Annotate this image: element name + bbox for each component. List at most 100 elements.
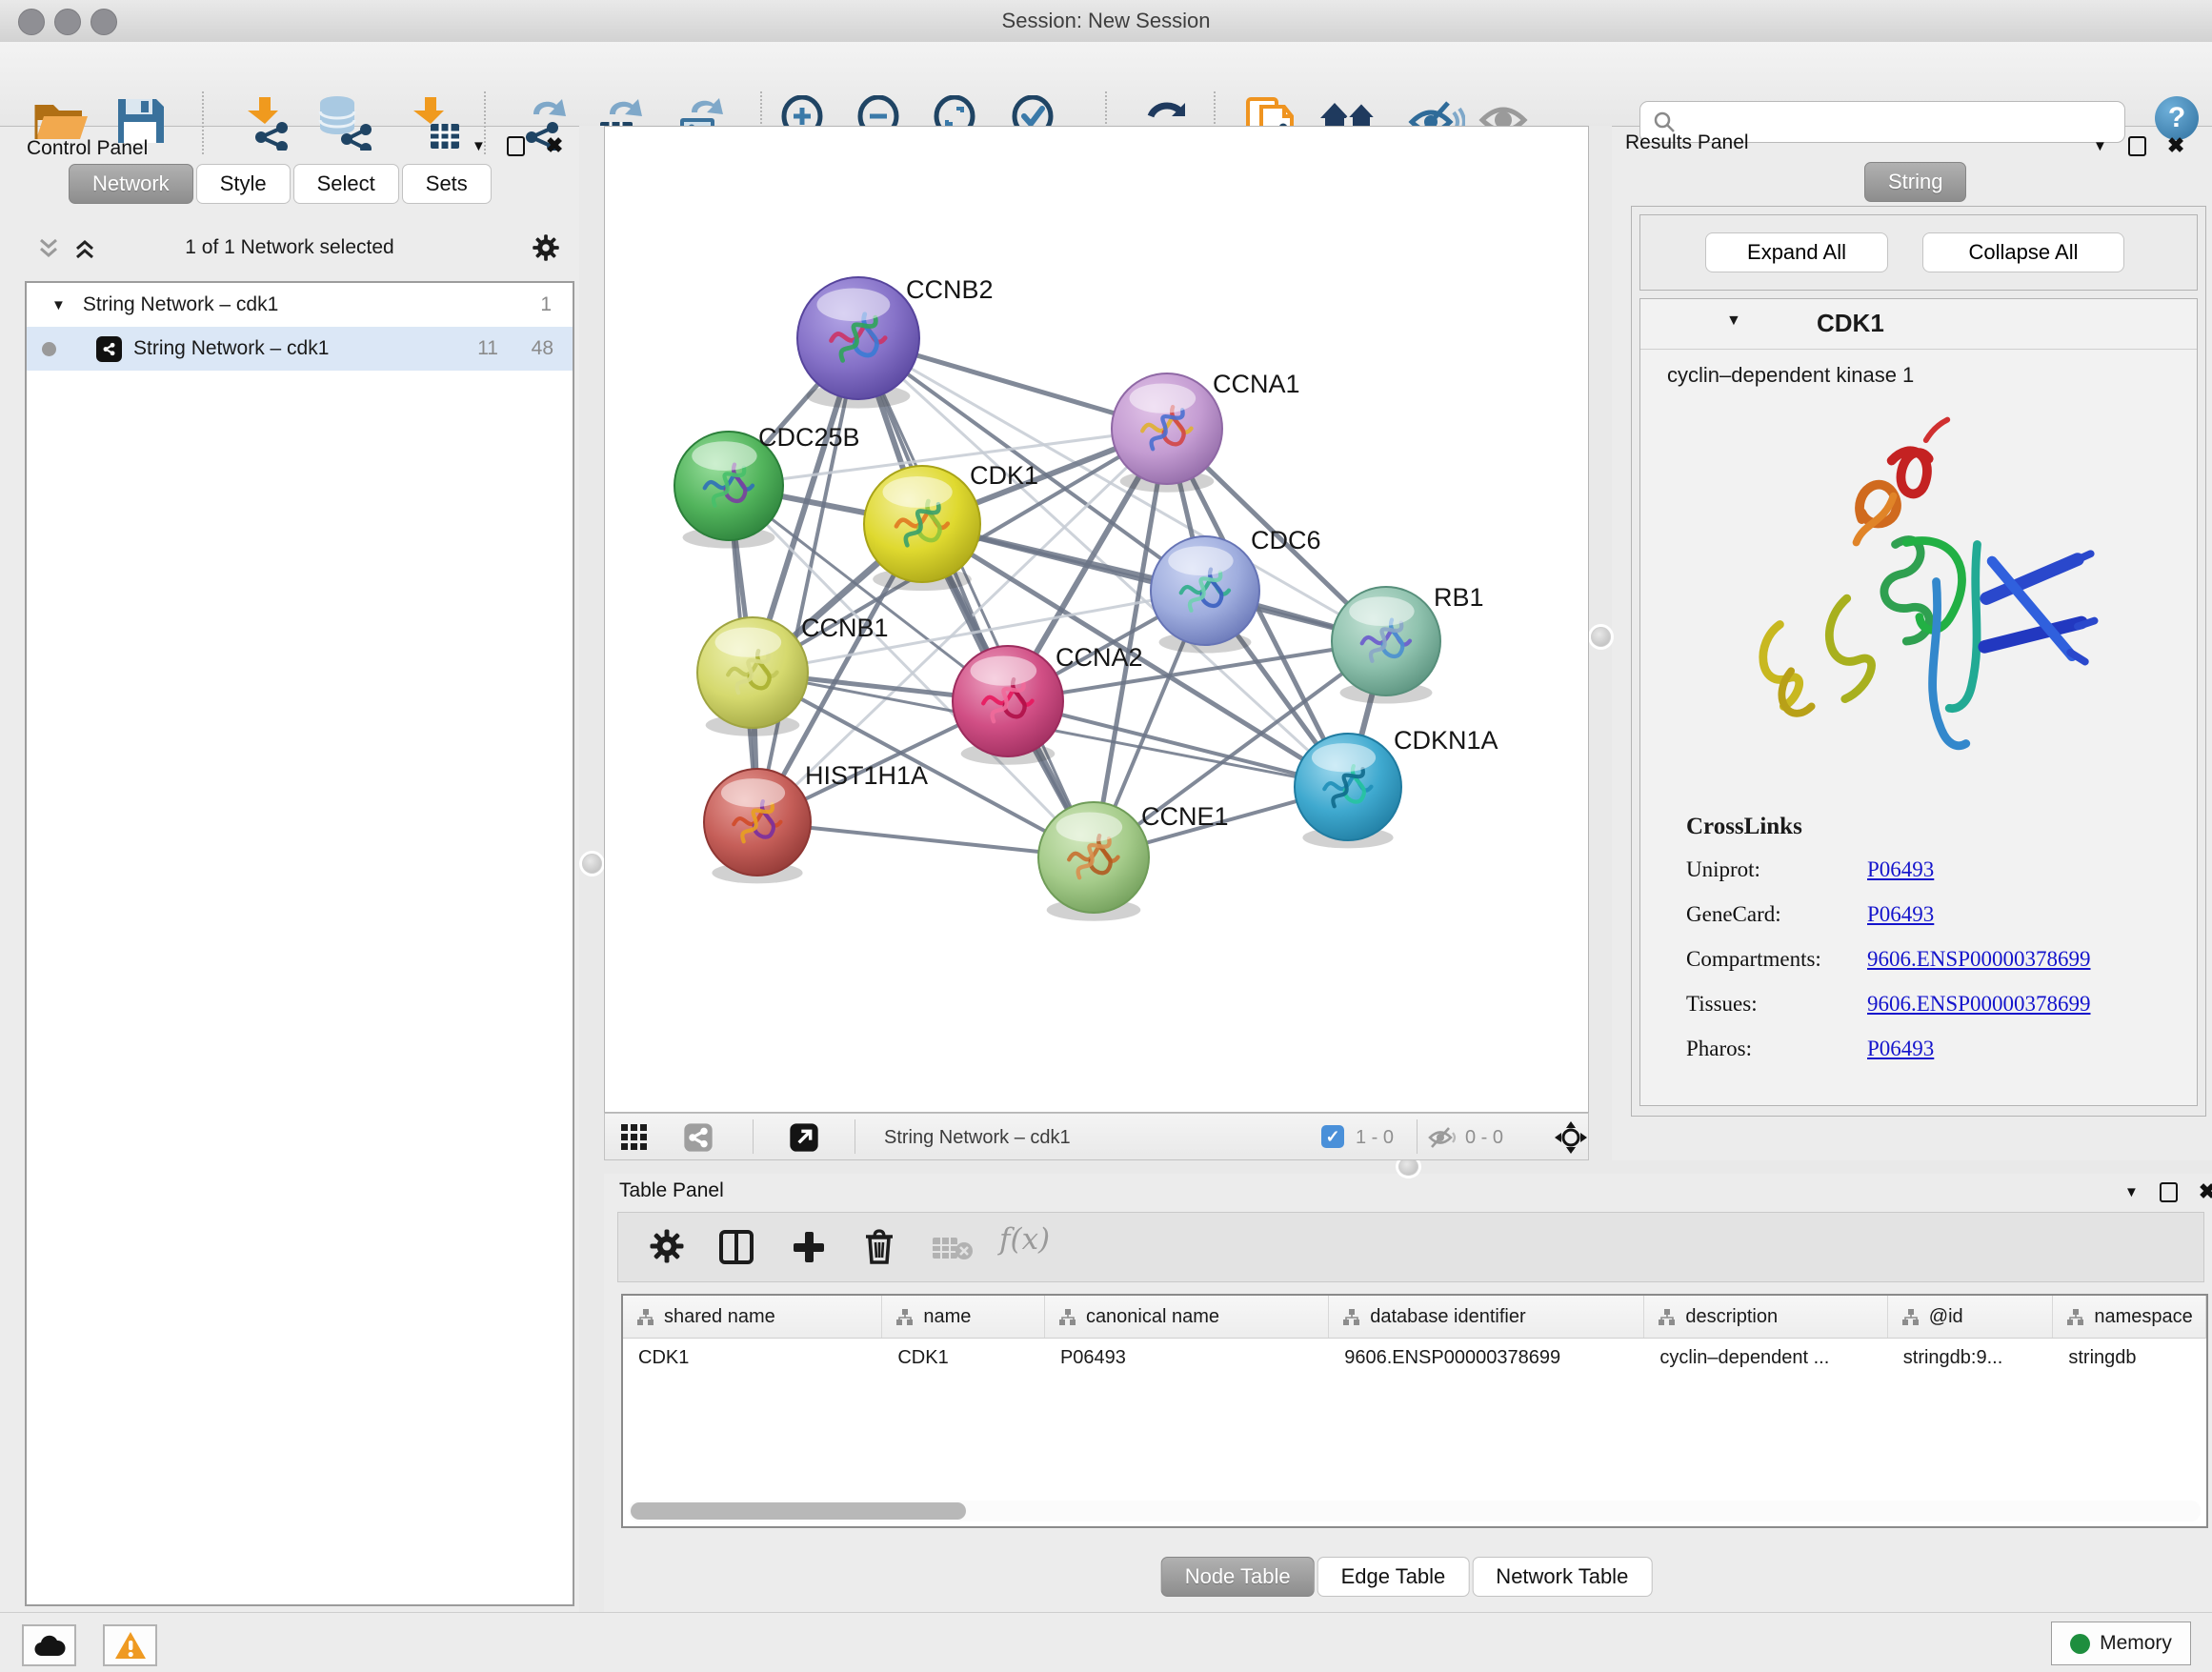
close-panel-icon[interactable]: ✖ xyxy=(2199,1179,2212,1204)
function-builder-icon: f(x) xyxy=(999,1222,1050,1257)
column-header-namespace[interactable]: namespace xyxy=(2053,1296,2206,1338)
network-view-mode-icon[interactable] xyxy=(683,1122,714,1158)
node-CCNE1[interactable] xyxy=(1038,802,1149,921)
crosslink-row: Pharos: P06493 xyxy=(1686,1037,2197,1061)
add-column-icon[interactable] xyxy=(788,1226,830,1273)
node-CCNA1[interactable] xyxy=(1112,373,1222,493)
right-splitter-handle[interactable] xyxy=(1591,627,1611,647)
warning-icon xyxy=(114,1631,147,1660)
open-in-new-window-icon[interactable] xyxy=(789,1122,819,1158)
show-columns-icon[interactable] xyxy=(715,1226,757,1273)
maximize-window-icon[interactable] xyxy=(90,9,117,35)
table-settings-gear-icon[interactable] xyxy=(647,1226,687,1271)
edge-CCNB2-HIST1H1A[interactable] xyxy=(757,338,858,822)
table-cell[interactable]: CDK1 xyxy=(882,1339,1045,1380)
window-title: Session: New Session xyxy=(0,0,2212,42)
control-panel-window-icons: ▼ ✖ xyxy=(472,133,563,158)
network-status-dot-icon xyxy=(42,342,56,356)
tree-expander-icon[interactable]: ▼ xyxy=(51,297,66,313)
node-HIST1H1A[interactable] xyxy=(704,769,811,883)
tab-sets[interactable]: Sets xyxy=(402,164,492,204)
table-cell[interactable]: stringdb xyxy=(2053,1339,2206,1380)
network-row-selected[interactable]: String Network – cdk1 11 48 xyxy=(27,327,573,371)
float-panel-icon[interactable] xyxy=(507,136,525,156)
table-panel: Table Panel ▼ ✖ f(x) shared namenamecano… xyxy=(604,1174,2212,1612)
tab-network[interactable]: Network xyxy=(69,164,193,204)
float-panel-icon[interactable] xyxy=(2160,1182,2178,1202)
close-panel-icon[interactable]: ✖ xyxy=(546,133,563,158)
column-header-id[interactable]: @id xyxy=(1888,1296,2054,1338)
node-CDC6[interactable] xyxy=(1151,536,1259,654)
close-panel-icon[interactable]: ✖ xyxy=(2167,133,2184,158)
tab-select[interactable]: Select xyxy=(293,164,399,204)
column-type-icon xyxy=(636,1308,654,1326)
warning-button[interactable] xyxy=(103,1624,157,1666)
left-splitter-handle[interactable] xyxy=(582,854,602,874)
crosslink-link[interactable]: P06493 xyxy=(1867,902,1934,927)
tab-string[interactable]: String xyxy=(1864,162,1969,202)
tab-style[interactable]: Style xyxy=(196,164,291,204)
crosslink-link[interactable]: 9606.ENSP00000378699 xyxy=(1867,992,2091,1017)
table-cell[interactable]: P06493 xyxy=(1045,1339,1329,1380)
crosslink-label: GeneCard: xyxy=(1686,902,1867,927)
node-CCNB1[interactable] xyxy=(697,617,808,736)
results-panel-title: Results Panel xyxy=(1625,131,1749,154)
table-cell[interactable]: cyclin–dependent ... xyxy=(1644,1339,1887,1380)
table-cell[interactable]: stringdb:9... xyxy=(1888,1339,2054,1380)
close-window-icon[interactable] xyxy=(18,9,45,35)
crosslink-link[interactable]: P06493 xyxy=(1867,857,1934,882)
crosslink-label: Compartments: xyxy=(1686,947,1867,972)
network-view[interactable]: CCNB2CCNA1CDC25BCDK1CDC6RB1CCNB1CCNA2CDK… xyxy=(604,126,1589,1113)
float-panel-icon[interactable] xyxy=(2128,136,2146,156)
column-header-canonicalname[interactable]: canonical name xyxy=(1045,1296,1329,1338)
network-canvas[interactable]: CCNB2CCNA1CDC25BCDK1CDC6RB1CCNB1CCNA2CDK… xyxy=(605,127,1588,1112)
control-panel-tabs: NetworkStyleSelectSets xyxy=(69,164,494,204)
crosslink-link[interactable]: 9606.ENSP00000378699 xyxy=(1867,947,2091,972)
node-CCNA2[interactable] xyxy=(953,646,1063,765)
tab-edge-table[interactable]: Edge Table xyxy=(1317,1557,1470,1597)
gene-section: ▼ CDK1 cyclin–dependent kinase 1 xyxy=(1639,298,2198,1106)
table-hscrollbar-thumb[interactable] xyxy=(631,1502,966,1520)
panel-menu-icon[interactable]: ▼ xyxy=(2124,1184,2139,1200)
crosslinks-title: CrossLinks xyxy=(1686,814,2197,840)
table-cell[interactable]: CDK1 xyxy=(623,1339,882,1380)
grid-view-icon[interactable] xyxy=(619,1122,650,1158)
birds-eye-view-icon[interactable] xyxy=(1554,1120,1588,1159)
network-collection-row[interactable]: ▼ String Network – cdk1 1 xyxy=(27,283,573,327)
node-label-CDC25B: CDC25B xyxy=(758,423,860,452)
column-header-description[interactable]: description xyxy=(1644,1296,1887,1338)
crosslink-label: Tissues: xyxy=(1686,992,1867,1017)
crosslink-link[interactable]: P06493 xyxy=(1867,1037,1934,1061)
table-hscrollbar[interactable] xyxy=(629,1501,2201,1521)
cloud-button[interactable] xyxy=(22,1624,76,1666)
node-RB1[interactable] xyxy=(1332,587,1440,704)
section-expander-icon[interactable]: ▼ xyxy=(1726,312,1741,330)
tab-network-table[interactable]: Network Table xyxy=(1472,1557,1652,1597)
node-label-RB1: RB1 xyxy=(1434,583,1484,612)
delete-column-trash-icon[interactable] xyxy=(858,1226,900,1273)
table-panel-window-icons: ▼ ✖ xyxy=(2124,1179,2212,1204)
gene-section-header[interactable]: ▼ CDK1 xyxy=(1640,299,2197,350)
column-header-databaseidentifier[interactable]: database identifier xyxy=(1329,1296,1644,1338)
minimize-window-icon[interactable] xyxy=(54,9,81,35)
selected-nodes-checkbox-icon[interactable]: ✓ xyxy=(1321,1125,1344,1148)
panel-menu-icon[interactable]: ▼ xyxy=(472,138,486,154)
right-splitter[interactable] xyxy=(1589,126,1612,1160)
hidden-items-icon xyxy=(1428,1125,1457,1155)
node-CDKN1A[interactable] xyxy=(1295,734,1401,848)
left-splitter[interactable] xyxy=(579,126,604,1612)
expand-all-button[interactable]: Expand All xyxy=(1705,232,1888,272)
panel-menu-icon[interactable]: ▼ xyxy=(2093,138,2107,154)
hidden-count: 0 - 0 xyxy=(1465,1122,1503,1153)
memory-button[interactable]: Memory xyxy=(2051,1622,2191,1665)
table-row[interactable]: CDK1CDK1P064939606.ENSP00000378699cyclin… xyxy=(623,1339,2206,1380)
table-tabs: Node TableEdge TableNetwork Table xyxy=(1161,1557,1656,1597)
table-cell[interactable]: 9606.ENSP00000378699 xyxy=(1329,1339,1644,1380)
collapse-all-button[interactable]: Collapse All xyxy=(1922,232,2124,272)
column-header-name[interactable]: name xyxy=(882,1296,1045,1338)
tab-node-table[interactable]: Node Table xyxy=(1161,1557,1315,1597)
results-panel-window-icons: ▼ ✖ xyxy=(2093,133,2184,158)
collection-count: 1 xyxy=(540,293,552,316)
network-options-gear-icon[interactable] xyxy=(532,233,560,267)
column-header-sharedname[interactable]: shared name xyxy=(623,1296,882,1338)
